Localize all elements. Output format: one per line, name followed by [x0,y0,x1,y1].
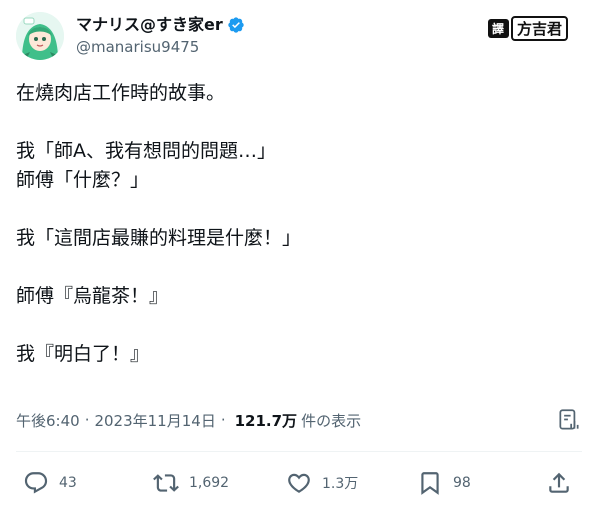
views-count: 121.7万 [234,411,298,430]
tweet-line: 我『明白了！』 [16,343,150,365]
action-bar: 43 1,692 1.3万 98 [16,468,582,498]
like-count: 1.3万 [322,476,359,492]
tweet-line: 師傅「什麼？」 [16,169,150,191]
display-name[interactable]: マナリス@すき家er [76,15,223,35]
like-button[interactable]: 1.3万 [286,470,358,496]
user-handle[interactable]: @manarisu9475 [76,37,245,57]
meta-separator: · [84,411,90,429]
watermark-signature: 方吉君 [510,16,568,41]
reply-count: 43 [59,475,77,491]
retweet-count: 1,692 [189,475,230,491]
bookmark-icon [421,472,439,495]
heart-icon [288,473,310,493]
tweet-line: 師傅『烏龍茶！』 [16,285,169,307]
views-label: 件の表示 [301,411,362,430]
name-row: マナリス@すき家er [76,15,245,35]
retweet-icon [153,474,179,492]
tweet-line: 在燒肉店工作時的故事。 [16,82,226,104]
translator-watermark: 譯 方吉君 [487,16,568,41]
tweet-header: マナリス@すき家er @manarisu9475 [16,12,245,60]
tweet-line: 我「師A、我有想問的問題…」 [16,140,276,162]
bookmark-count: 98 [453,475,471,491]
reply-icon [24,472,48,494]
analytics-icon[interactable] [556,407,582,433]
bookmark-button[interactable]: 98 [417,470,471,496]
tweet-time[interactable]: 午後6:40 [16,410,80,431]
tweet-line: 我「這間店最賺的料理是什麼！」 [16,227,302,249]
share-icon [549,472,569,493]
avatar[interactable] [16,12,64,60]
avatar-illustration [16,12,64,60]
tweet-text: 在燒肉店工作時的故事。 我「師A、我有想問的問題…」 師傅「什麼？」 我「這間店… [16,79,576,369]
meta-separator: · [220,411,226,429]
share-button[interactable] [546,470,572,496]
divider [16,451,582,452]
tweet-meta: 午後6:40 · 2023年11月14日 · 121.7万 件の表示 [16,409,361,431]
user-names: マナリス@すき家er @manarisu9475 [76,15,245,57]
reply-button[interactable]: 43 [23,470,77,496]
tweet-date[interactable]: 2023年11月14日 [94,410,215,431]
verified-badge-icon [227,16,245,34]
retweet-button[interactable]: 1,692 [153,470,229,496]
watermark-tag: 譯 [487,19,509,38]
